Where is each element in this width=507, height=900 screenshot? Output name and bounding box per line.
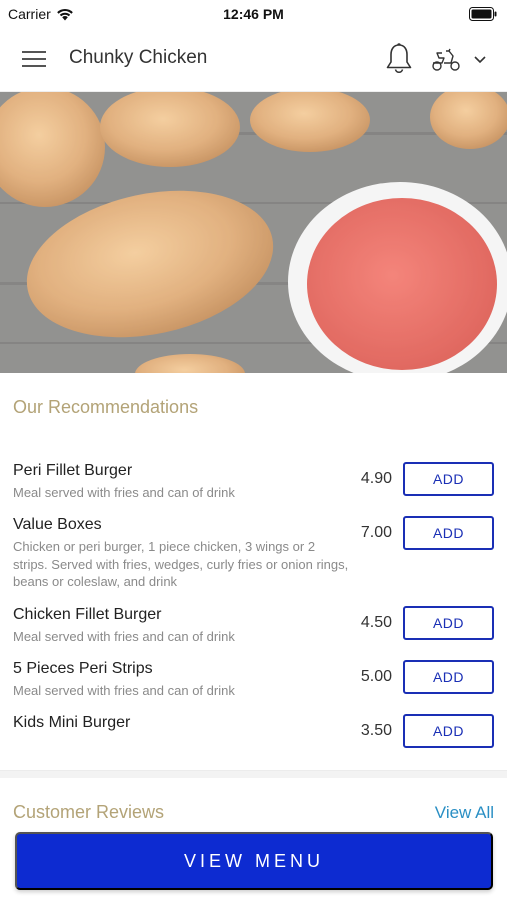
add-to-cart-button[interactable]: ADD [403,462,494,496]
item-price: 4.90 [360,470,392,487]
chevron-down-icon[interactable] [472,53,488,67]
item-name: Peri Fillet Burger [13,462,133,479]
add-to-cart-button[interactable]: ADD [403,714,494,748]
add-to-cart-button[interactable]: ADD [403,606,494,640]
reviews-heading: Customer Reviews [13,802,165,822]
item-description: Meal served with fries and can of drink [13,485,235,500]
item-price: 7.00 [360,524,392,541]
view-all-reviews-link[interactable]: View All [435,803,494,823]
add-to-cart-button[interactable]: ADD [403,516,494,550]
add-to-cart-button[interactable]: ADD [403,660,494,694]
hamburger-menu-icon[interactable] [22,48,48,70]
recommendations-heading: Our Recommendations [13,397,199,417]
item-price: 4.50 [360,614,392,631]
battery-icon [469,7,497,21]
item-name: 5 Pieces Peri Strips [13,660,153,677]
item-name: Chicken Fillet Burger [13,606,162,623]
item-description: Chicken or peri burger, 1 piece chicken,… [13,539,349,589]
item-name: Kids Mini Burger [13,714,131,731]
hero-food-image [0,92,507,373]
item-price: 5.00 [360,668,392,685]
item-description: Meal served with fries and can of drink [13,629,235,644]
restaurant-title: Chunky Chicken [69,47,208,68]
view-menu-button[interactable]: VIEW MENU [15,832,493,890]
status-bar: Carrier 12:46 PM [0,0,507,28]
status-time: 12:46 PM [223,6,284,22]
fried-chicken-photo [0,92,507,373]
item-name: Value Boxes [13,516,102,533]
notification-bell-icon[interactable] [384,42,414,76]
item-description: Meal served with fries and can of drink [13,683,235,698]
item-price: 3.50 [360,722,392,739]
top-nav-bar: Chunky Chicken [0,28,507,92]
delivery-scooter-icon[interactable] [430,47,462,73]
section-divider [0,770,507,778]
